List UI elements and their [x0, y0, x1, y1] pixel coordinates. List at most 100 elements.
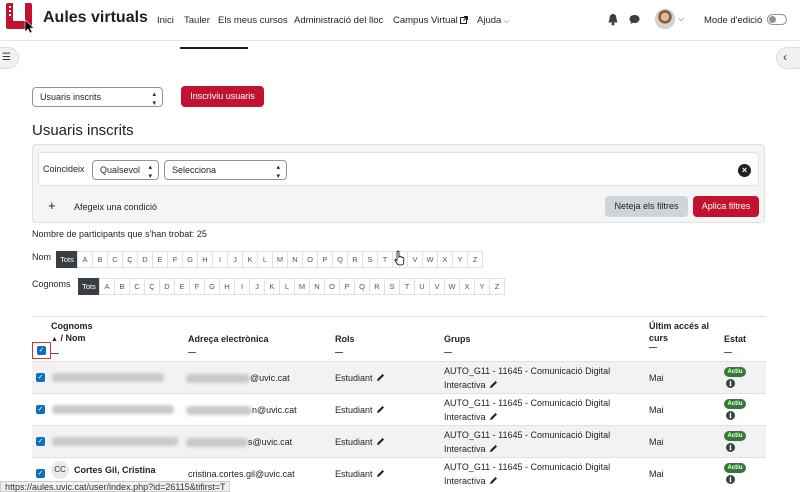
nav-els-meus-cursos[interactable]: Els meus cursos: [218, 15, 288, 26]
firstname-initial-e[interactable]: E: [152, 251, 168, 268]
row-checkbox[interactable]: ✓: [36, 373, 45, 382]
firstname-initial-j[interactable]: J: [227, 251, 243, 268]
firstname-initial-l[interactable]: L: [257, 251, 273, 268]
firstname-initial-p[interactable]: P: [317, 251, 333, 268]
firstname-initial-t[interactable]: T: [377, 251, 393, 268]
pencil-icon[interactable]: [376, 437, 385, 446]
firstname-initial-k[interactable]: K: [242, 251, 258, 268]
firstname-initial-d[interactable]: D: [137, 251, 153, 268]
lastname-initial-f[interactable]: F: [189, 278, 205, 295]
nav-administracio[interactable]: Administració del lloc: [294, 15, 383, 26]
lastname-initial-o[interactable]: O: [324, 278, 340, 295]
user-avatar[interactable]: [655, 9, 675, 29]
lastname-initial-q[interactable]: Q: [354, 278, 370, 295]
chat-icon[interactable]: [629, 14, 640, 25]
firstname-initial-all[interactable]: Tots: [56, 251, 78, 268]
nav-ajuda[interactable]: Ajuda ⌵: [477, 15, 509, 26]
firstname-initial-y[interactable]: Y: [452, 251, 468, 268]
col-email-header[interactable]: Adreça electrònica: [188, 333, 269, 353]
pencil-icon[interactable]: [376, 405, 385, 414]
lastname-initial-z[interactable]: Z: [489, 278, 505, 295]
site-brand[interactable]: Aules virtuals: [43, 9, 148, 27]
row-checkbox[interactable]: ✓: [36, 437, 45, 446]
clear-filters-button[interactable]: Neteja els filtres: [605, 196, 688, 217]
firstname-initial-w[interactable]: W: [422, 251, 438, 268]
lastname-initial-i[interactable]: I: [234, 278, 250, 295]
apply-filters-button[interactable]: Aplica filtres: [693, 196, 759, 217]
plus-icon[interactable]: +: [48, 199, 56, 213]
info-icon[interactable]: i: [726, 379, 735, 388]
firstname-initial-ç[interactable]: Ç: [122, 251, 138, 268]
filter-type-select[interactable]: Selecciona ▴ ▾: [164, 160, 287, 180]
lastname-initial-b[interactable]: B: [114, 278, 130, 295]
enrolled-users-select[interactable]: Usuaris inscrits ▴ ▾: [32, 87, 163, 107]
row-checkbox[interactable]: ✓: [36, 405, 45, 414]
col-firstname-label[interactable]: / Nom: [60, 333, 85, 343]
user-menu-chevron-icon[interactable]: ⌵: [678, 14, 684, 24]
pencil-icon[interactable]: [376, 373, 385, 382]
lastname-initial-x[interactable]: X: [459, 278, 475, 295]
firstname-initial-m[interactable]: M: [272, 251, 288, 268]
lastname-initial-w[interactable]: W: [444, 278, 460, 295]
row-checkbox[interactable]: ✓: [36, 469, 45, 478]
lastname-initial-all[interactable]: Tots: [78, 278, 100, 295]
pencil-icon[interactable]: [376, 469, 385, 478]
remove-condition-icon[interactable]: ×: [738, 164, 751, 177]
firstname-initial-z[interactable]: Z: [467, 251, 483, 268]
lastname-initial-t[interactable]: T: [399, 278, 415, 295]
bell-icon[interactable]: [607, 13, 619, 26]
pencil-icon[interactable]: [489, 380, 498, 389]
edit-mode-toggle[interactable]: [767, 14, 787, 25]
firstname-initial-c[interactable]: C: [107, 251, 123, 268]
col-last-access-header[interactable]: Últim accés al curs: [649, 320, 719, 348]
firstname-initial-x[interactable]: X: [437, 251, 453, 268]
lastname-initial-m[interactable]: M: [294, 278, 310, 295]
lastname-initial-ç[interactable]: Ç: [144, 278, 160, 295]
pencil-icon[interactable]: [489, 412, 498, 421]
firstname-initial-i[interactable]: I: [212, 251, 228, 268]
firstname-initial-r[interactable]: R: [347, 251, 363, 268]
lastname-initial-a[interactable]: A: [99, 278, 115, 295]
lastname-initial-c[interactable]: C: [129, 278, 145, 295]
firstname-initial-v[interactable]: V: [407, 251, 423, 268]
firstname-initial-h[interactable]: H: [197, 251, 213, 268]
uvic-logo-icon[interactable]: [6, 3, 34, 33]
lastname-initial-d[interactable]: D: [159, 278, 175, 295]
pencil-icon[interactable]: [489, 444, 498, 453]
firstname-initial-o[interactable]: O: [302, 251, 318, 268]
info-icon[interactable]: i: [726, 411, 735, 420]
lastname-initial-u[interactable]: U: [414, 278, 430, 295]
lastname-initial-v[interactable]: V: [429, 278, 445, 295]
lastname-initial-y[interactable]: Y: [474, 278, 490, 295]
firstname-initial-s[interactable]: S: [362, 251, 378, 268]
nav-campus-virtual[interactable]: Campus Virtual: [393, 15, 469, 26]
lastname-initial-k[interactable]: K: [264, 278, 280, 295]
block-drawer-toggle[interactable]: ‹: [776, 47, 800, 69]
firstname-initial-g[interactable]: G: [182, 251, 198, 268]
row-fullname[interactable]: Cortes Gil, Cristina: [74, 463, 156, 477]
lastname-initial-s[interactable]: S: [384, 278, 400, 295]
firstname-initial-b[interactable]: B: [92, 251, 108, 268]
lastname-initial-n[interactable]: N: [309, 278, 325, 295]
add-condition-button[interactable]: Afegeix una condició: [74, 200, 157, 214]
pencil-icon[interactable]: [489, 476, 498, 485]
firstname-initial-a[interactable]: A: [77, 251, 93, 268]
info-icon[interactable]: i: [726, 475, 735, 484]
nav-inici[interactable]: Inici: [157, 15, 174, 26]
select-all-checkbox[interactable]: ✓: [37, 346, 46, 355]
firstname-initial-n[interactable]: N: [287, 251, 303, 268]
firstname-initial-f[interactable]: F: [167, 251, 183, 268]
lastname-initial-r[interactable]: R: [369, 278, 385, 295]
enrol-users-button[interactable]: Inscriviu usuaris: [181, 86, 264, 107]
col-lastname-header[interactable]: Cognoms ▲ / Nom: [51, 320, 93, 354]
firstname-initial-q[interactable]: Q: [332, 251, 348, 268]
nav-tauler[interactable]: Tauler: [184, 15, 210, 26]
match-select[interactable]: Qualsevol ▴ ▾: [92, 160, 159, 180]
lastname-initial-l[interactable]: L: [279, 278, 295, 295]
lastname-initial-g[interactable]: G: [204, 278, 220, 295]
lastname-initial-p[interactable]: P: [339, 278, 355, 295]
course-index-drawer-toggle[interactable]: ☰: [0, 47, 19, 69]
lastname-initial-e[interactable]: E: [174, 278, 190, 295]
lastname-initial-h[interactable]: H: [219, 278, 235, 295]
lastname-initial-j[interactable]: J: [249, 278, 265, 295]
